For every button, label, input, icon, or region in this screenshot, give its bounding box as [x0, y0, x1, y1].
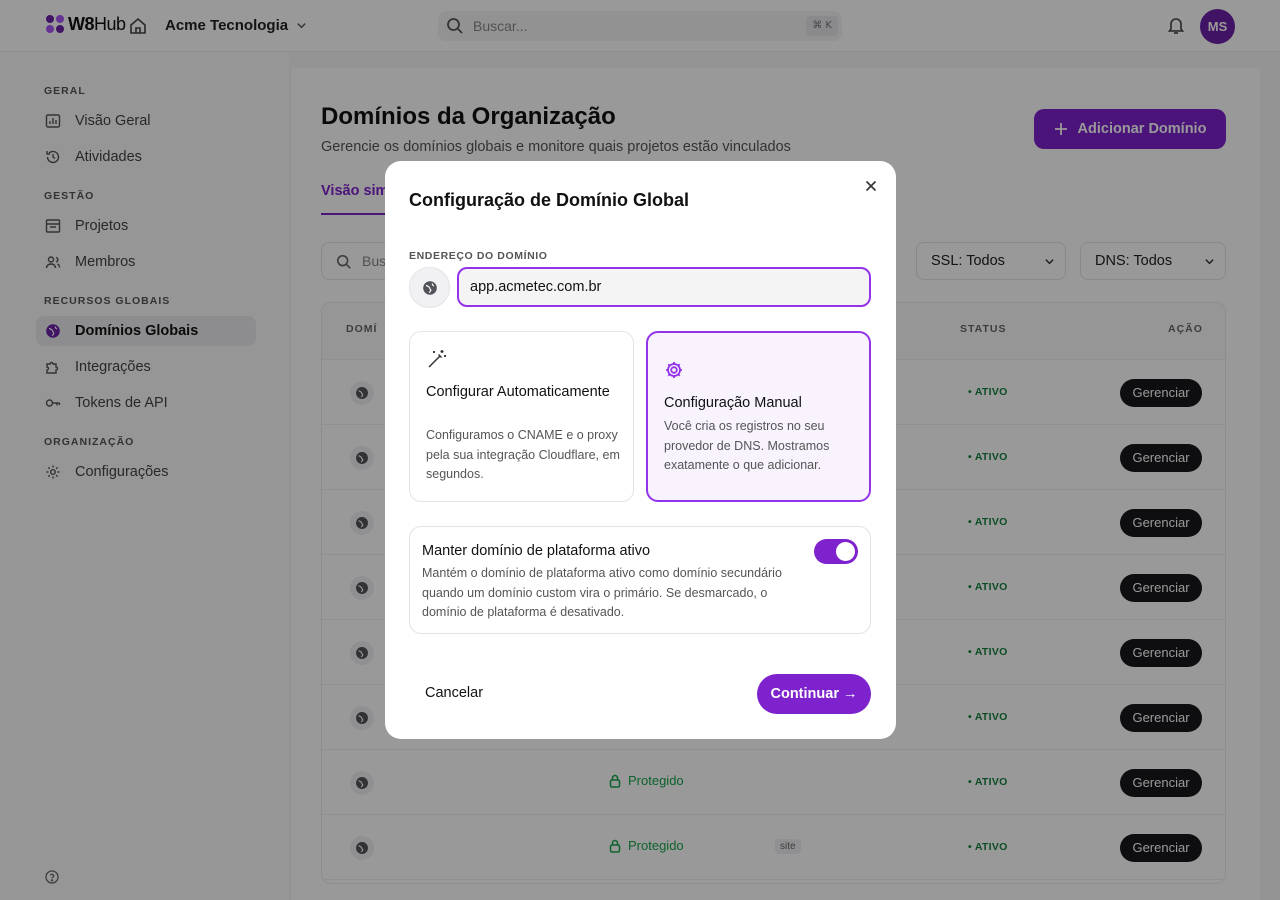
domain-address-label: ENDEREÇO DO DOMÍNIO — [409, 250, 548, 262]
keep-platform-desc: Mantém o domínio de plataforma ativo com… — [422, 566, 782, 619]
globe-icon — [422, 280, 437, 295]
keep-platform-domain-card: Manter domínio de plataforma ativo Manté… — [409, 526, 871, 634]
option-manual-desc: Você cria os registros no seu provedor d… — [664, 419, 830, 472]
option-manual-title: Configuração Manual — [664, 395, 802, 411]
domain-address-input[interactable] — [457, 267, 871, 307]
continue-button[interactable]: Continuar → — [757, 674, 871, 714]
close-icon[interactable] — [863, 178, 879, 194]
option-manual-config[interactable]: Configuração Manual Você cria os registr… — [646, 331, 871, 502]
keep-platform-title: Manter domínio de plataforma ativo — [422, 543, 651, 559]
modal-title: Configuração de Domínio Global — [409, 190, 690, 210]
cancel-button[interactable]: Cancelar — [425, 685, 483, 701]
domain-globe-badge — [409, 267, 450, 308]
magic-wand-icon — [428, 350, 446, 368]
toggle-knob — [836, 542, 855, 561]
gear-icon — [666, 362, 682, 378]
keep-platform-toggle[interactable] — [814, 539, 858, 564]
option-auto-config[interactable]: Configurar Automaticamente Configuramos … — [409, 331, 634, 502]
global-domain-modal: Configuração de Domínio Global ENDEREÇO … — [385, 161, 896, 739]
option-auto-desc: Configuramos o CNAME e o proxy pela sua … — [426, 428, 620, 481]
option-auto-title: Configurar Automaticamente — [426, 384, 610, 400]
